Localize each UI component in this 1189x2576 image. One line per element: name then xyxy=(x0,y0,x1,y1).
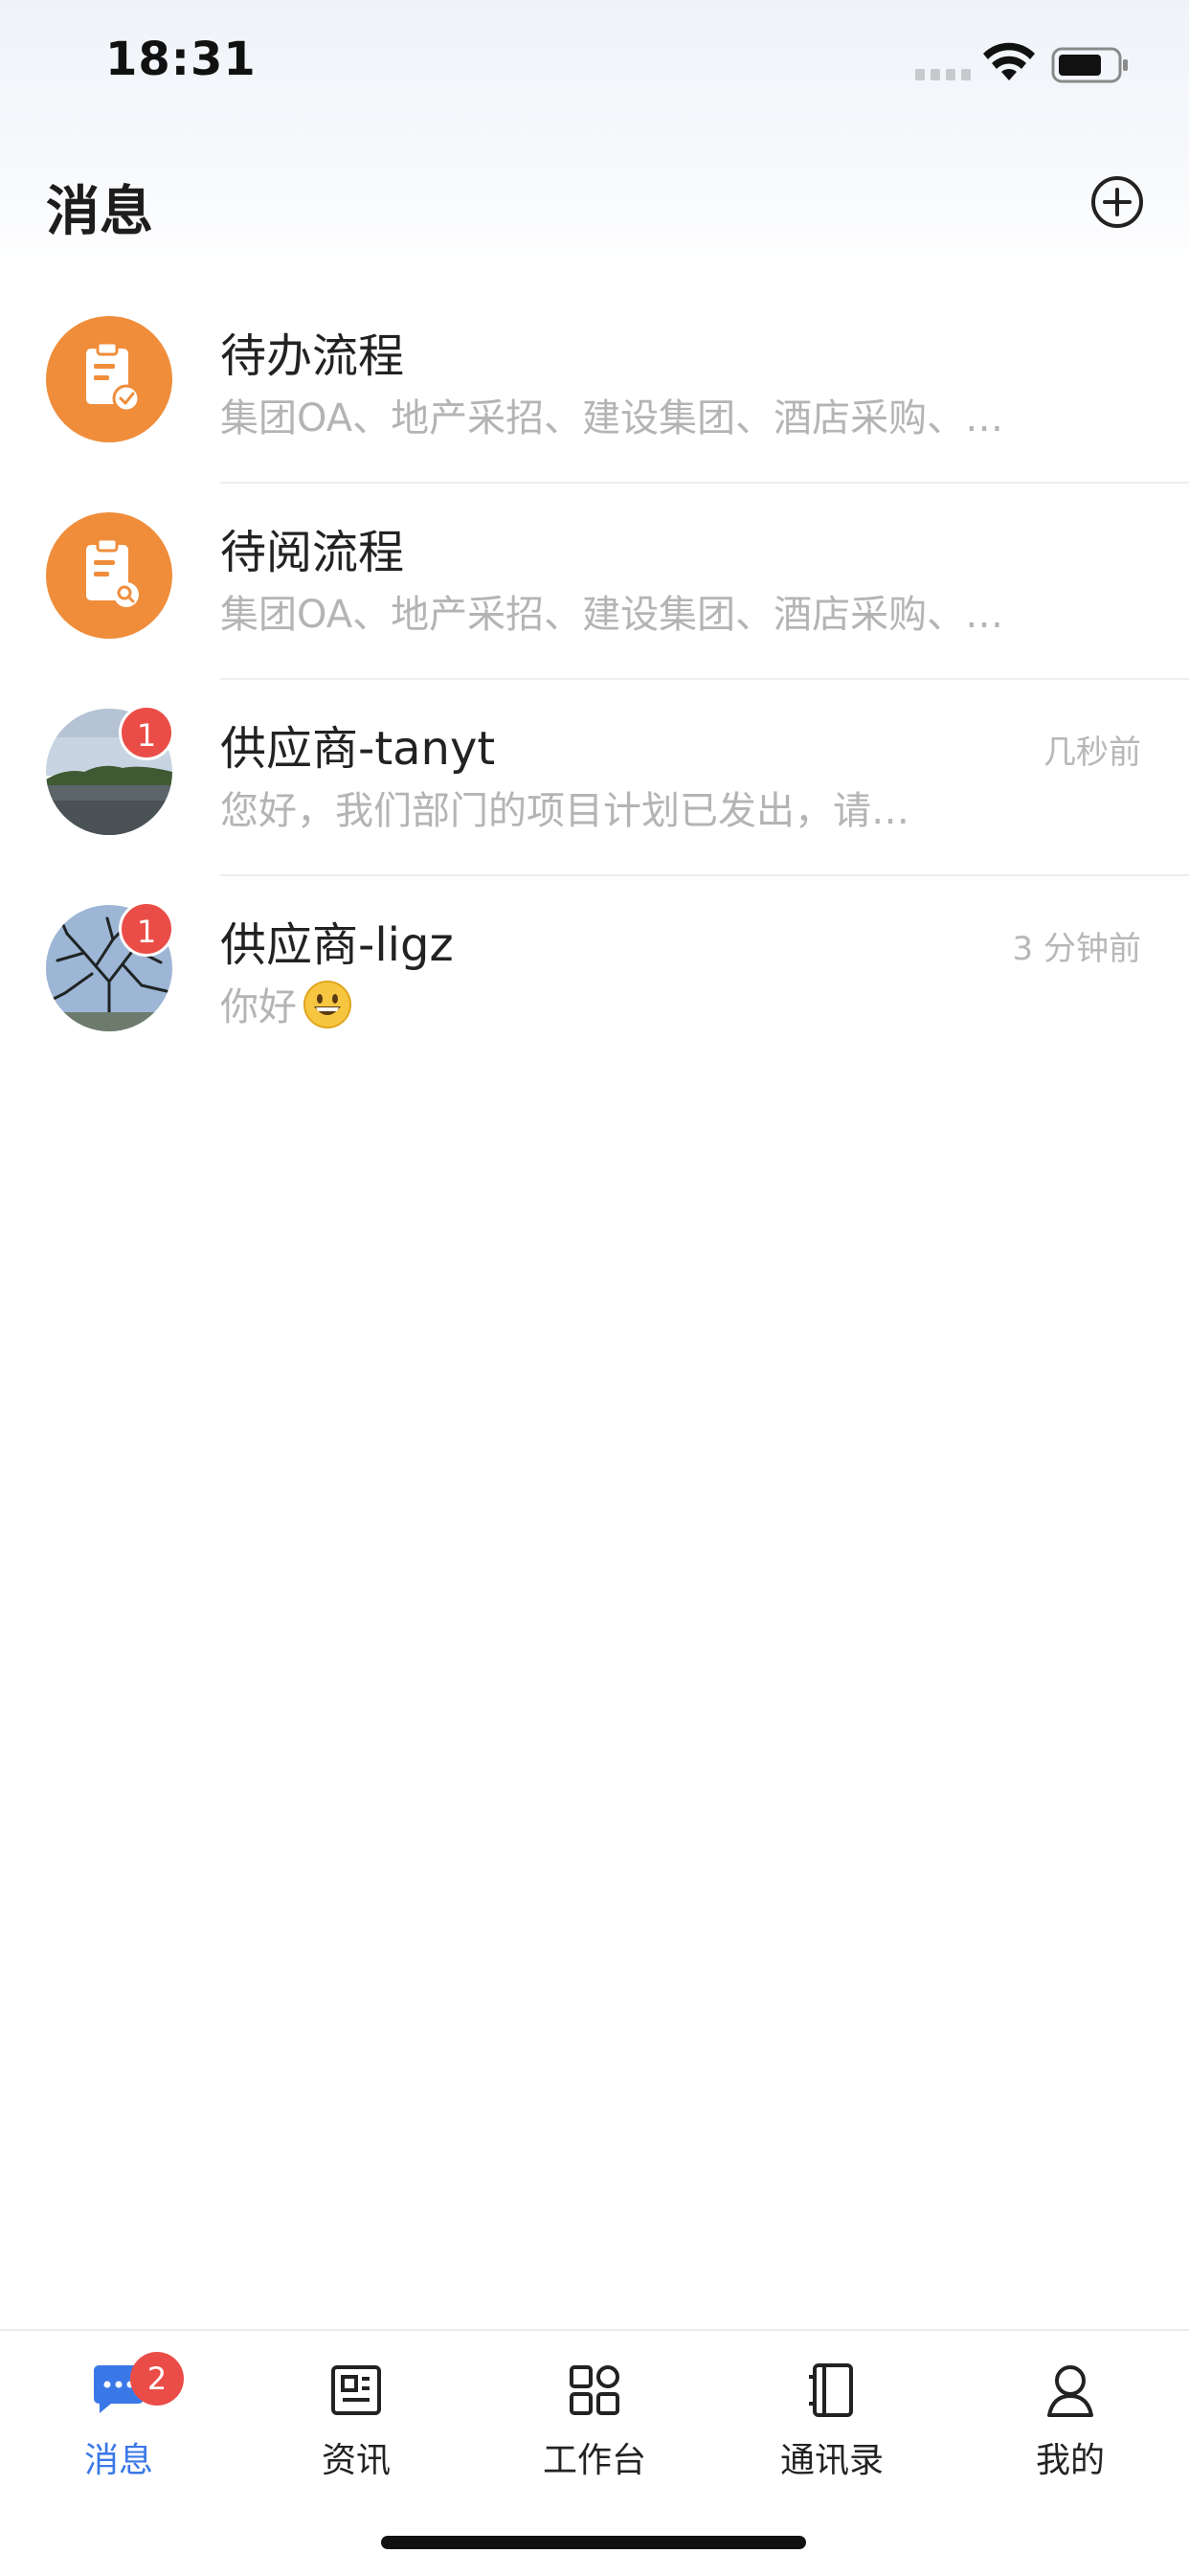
grid-icon xyxy=(570,2365,619,2415)
tab-contacts[interactable]: 通讯录 xyxy=(713,2360,951,2494)
item-time: 3 分钟前 xyxy=(1012,930,1141,968)
item-title: 待办流程 xyxy=(220,329,405,383)
status-time: 18:31 xyxy=(105,33,257,86)
item-title: 供应商-tanyt xyxy=(220,722,496,776)
tab-label: 通讯录 xyxy=(779,2441,884,2480)
item-subtitle-row: 你好 xyxy=(220,976,1063,1031)
unread-badge: 1 xyxy=(119,705,174,760)
tab-badge: 2 xyxy=(130,2352,184,2406)
list-item-chat-ligz[interactable]: 1 供应商-ligz 3 分钟前 你好 xyxy=(0,876,1189,1073)
unread-badge: 1 xyxy=(119,901,174,957)
battery-icon xyxy=(1051,47,1128,83)
home-indicator[interactable] xyxy=(381,2536,806,2549)
item-subtitle: 你好 xyxy=(220,985,297,1029)
item-title: 待阅流程 xyxy=(220,526,405,579)
page-title: 消息 xyxy=(46,181,153,243)
tab-label: 消息 xyxy=(83,2441,153,2480)
contacts-icon xyxy=(809,2363,853,2417)
cellular-signal-icon xyxy=(915,69,971,80)
read-clipboard-icon xyxy=(46,512,172,639)
item-title: 供应商-ligz xyxy=(220,918,454,972)
news-icon xyxy=(331,2365,381,2415)
tab-news[interactable]: 资讯 xyxy=(237,2360,475,2494)
message-list: 待办流程 集团OA、地产采招、建设集团、酒店采购、… 待阅流程 集团OA、地产采… xyxy=(0,287,1189,1073)
tab-label: 资讯 xyxy=(321,2441,391,2480)
tab-messages[interactable]: 2 消息 xyxy=(0,2352,237,2494)
list-item-chat-tanyt[interactable]: 1 供应商-tanyt 几秒前 您好，我们部门的项目计划已发出，请… xyxy=(0,680,1189,876)
item-time: 几秒前 xyxy=(1043,734,1141,772)
item-subtitle: 集团OA、地产采招、建设集团、酒店采购、… xyxy=(220,593,1004,637)
grinning-face-emoji-icon xyxy=(303,981,351,1028)
todo-clipboard-icon xyxy=(46,316,172,442)
tab-workbench[interactable]: 工作台 xyxy=(476,2360,713,2494)
list-item-read-process[interactable]: 待阅流程 集团OA、地产采招、建设集团、酒店采购、… xyxy=(0,484,1189,680)
item-subtitle: 集团OA、地产采招、建设集团、酒店采购、… xyxy=(220,396,1004,441)
tab-label: 我的 xyxy=(1035,2441,1105,2480)
tab-label: 工作台 xyxy=(542,2441,646,2480)
tab-profile[interactable]: 我的 xyxy=(952,2360,1189,2494)
list-item-todo-process[interactable]: 待办流程 集团OA、地产采招、建设集团、酒店采购、… xyxy=(0,287,1189,484)
wifi-icon xyxy=(983,42,1035,80)
add-button[interactable] xyxy=(1089,174,1145,230)
profile-icon xyxy=(1047,2365,1093,2417)
item-subtitle: 您好，我们部门的项目计划已发出，请… xyxy=(220,789,909,833)
